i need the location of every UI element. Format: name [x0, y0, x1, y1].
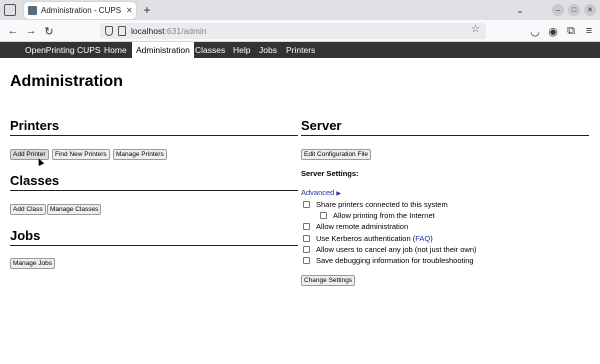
option-remote-admin: Allow remote administration: [303, 221, 408, 231]
option-cancel-any-job: Allow users to cancel any job (not just …: [303, 244, 477, 254]
allow-internet-printing-checkbox[interactable]: [320, 211, 327, 219]
server-divider: [301, 135, 589, 136]
url-text[interactable]: localhost:631/admin: [131, 25, 207, 37]
page-info-icon[interactable]: [118, 26, 126, 36]
manage-classes-button[interactable]: Manage Classes: [47, 204, 102, 215]
allow-internet-printing-label: Allow printing from the Internet: [333, 210, 435, 220]
debug-logging-checkbox[interactable]: [303, 256, 310, 264]
server-settings-label: Server Settings:: [301, 169, 359, 178]
minimize-button[interactable]: –: [552, 4, 564, 16]
printers-divider: [10, 135, 298, 136]
nav-jobs[interactable]: Jobs: [255, 42, 281, 58]
remote-admin-label: Allow remote administration: [316, 221, 409, 231]
cancel-any-job-checkbox[interactable]: [303, 245, 310, 253]
kerberos-label: Use Kerberos authentication (FAQ): [316, 233, 433, 243]
nav-classes[interactable]: Classes: [191, 42, 229, 58]
tracking-shield-icon[interactable]: [105, 26, 113, 36]
nav-printers[interactable]: Printers: [282, 42, 319, 58]
back-arrow-icon[interactable]: ←: [6, 24, 20, 38]
cups-favicon-icon: [28, 6, 37, 15]
jobs-divider: [10, 245, 298, 246]
manage-jobs-button[interactable]: Manage Jobs: [10, 258, 56, 269]
jobs-heading: Jobs: [10, 228, 41, 243]
classes-heading: Classes: [10, 173, 60, 188]
cancel-any-job-label: Allow users to cancel any job (not just …: [316, 244, 477, 254]
browser-nav-bar: ← → ↻ localhost:631/admin ☆ ◡ ◉ ⧉ ≡: [0, 20, 600, 42]
add-printer-button[interactable]: Add Printer: [10, 149, 49, 160]
option-kerberos: Use Kerberos authentication (FAQ): [303, 233, 433, 243]
classes-divider: [10, 190, 298, 191]
browser-tab-bar: Administration - CUPS 2.4 ✕ + ⌄ – □ ✕: [0, 0, 600, 20]
browser-tab-active[interactable]: Administration - CUPS 2.4 ✕: [24, 2, 136, 19]
tab-close-icon[interactable]: ✕: [126, 6, 133, 15]
advanced-link[interactable]: Advanced: [301, 188, 334, 197]
account-icon[interactable]: ◉: [546, 24, 560, 38]
maximize-button[interactable]: □: [568, 4, 580, 16]
tab-overview-icon[interactable]: [4, 4, 16, 16]
forward-arrow-icon[interactable]: →: [24, 24, 38, 38]
pocket-icon[interactable]: ◡: [528, 24, 542, 38]
nav-help[interactable]: Help: [229, 42, 254, 58]
server-heading: Server: [301, 118, 342, 133]
list-all-tabs-icon[interactable]: ⌄: [514, 3, 526, 17]
new-tab-button[interactable]: +: [140, 3, 154, 17]
remote-admin-checkbox[interactable]: [303, 222, 310, 230]
reload-icon[interactable]: ↻: [42, 24, 56, 38]
cups-navigation: OpenPrinting CUPS Home Administration Cl…: [0, 42, 600, 58]
kerberos-checkbox[interactable]: [303, 234, 310, 242]
add-class-button[interactable]: Add Class: [10, 204, 46, 215]
find-new-printers-button[interactable]: Find New Printers: [52, 149, 110, 160]
nav-administration[interactable]: Administration: [132, 42, 194, 58]
debug-logging-label: Save debugging information for troublesh…: [316, 255, 474, 265]
address-bar[interactable]: localhost:631/admin ☆: [100, 23, 486, 39]
bookmark-star-icon[interactable]: ☆: [471, 24, 480, 35]
extensions-icon[interactable]: ⧉: [564, 24, 578, 38]
manage-printers-button[interactable]: Manage Printers: [113, 149, 167, 160]
nav-home[interactable]: Home: [100, 42, 131, 58]
share-printers-checkbox[interactable]: [303, 200, 310, 208]
edit-configuration-file-button[interactable]: Edit Configuration File: [301, 149, 371, 160]
nav-openprinting-cups[interactable]: OpenPrinting CUPS: [21, 42, 105, 58]
page-title: Administration: [10, 73, 123, 90]
expand-arrow-icon[interactable]: ▶: [336, 190, 341, 197]
option-debug-logging: Save debugging information for troublesh…: [303, 255, 474, 265]
printers-heading: Printers: [10, 118, 60, 133]
option-share-printers: Share printers connected to this system: [303, 199, 448, 209]
change-settings-button[interactable]: Change Settings: [301, 275, 356, 286]
option-allow-internet-printing: Allow printing from the Internet: [320, 210, 435, 220]
close-window-button[interactable]: ✕: [584, 4, 596, 16]
kerberos-faq-link[interactable]: FAQ: [415, 234, 430, 243]
share-printers-label: Share printers connected to this system: [316, 199, 448, 209]
advanced-toggle[interactable]: Advanced ▶: [301, 188, 341, 197]
tab-title: Administration - CUPS 2.4: [41, 6, 123, 15]
app-menu-icon[interactable]: ≡: [582, 24, 596, 38]
